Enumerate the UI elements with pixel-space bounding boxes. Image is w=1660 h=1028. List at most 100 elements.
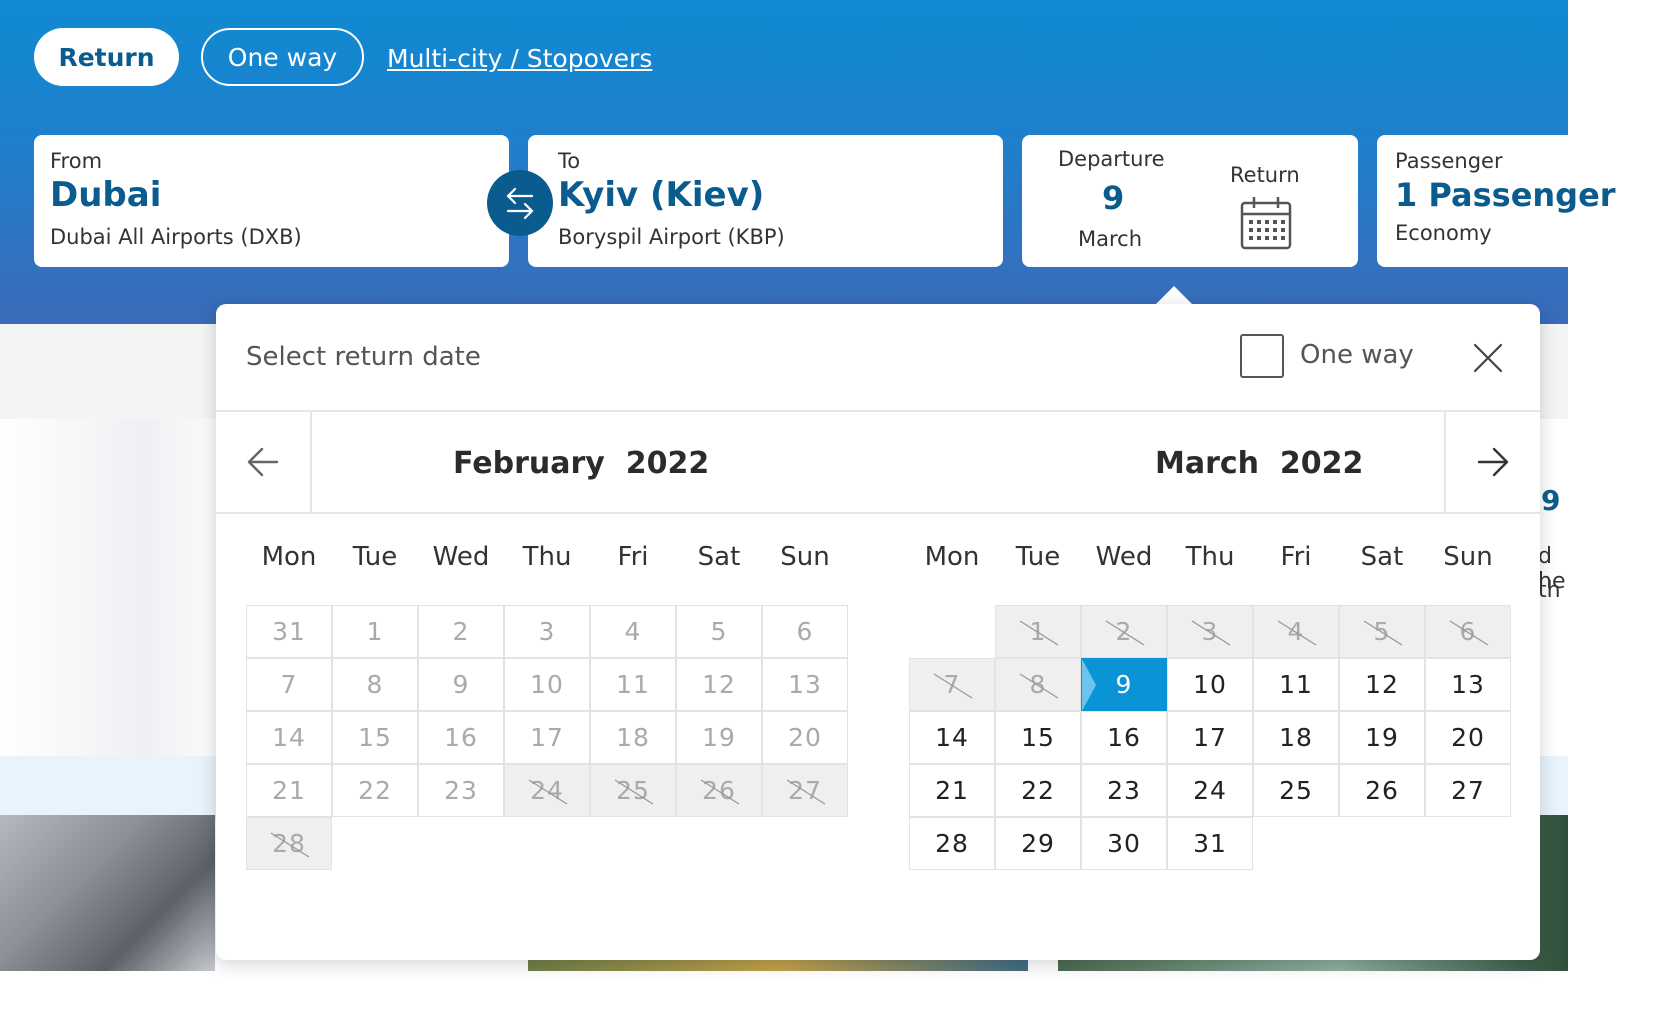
day-cell: 16 <box>418 711 504 764</box>
day-number: 1 <box>366 617 384 646</box>
day-number: 7 <box>280 670 298 699</box>
day-cell: 19 <box>676 711 762 764</box>
day-cell: 23 <box>418 764 504 817</box>
day-cell[interactable]: 17 <box>1167 711 1253 764</box>
day-cell[interactable]: 21 <box>909 764 995 817</box>
unavailable-strike-icon <box>1019 673 1059 699</box>
weekday-header: Sat <box>1360 542 1404 572</box>
arrow-left-icon <box>247 447 279 477</box>
day-number: 18 <box>616 723 650 752</box>
day-cell: 2 <box>418 605 504 658</box>
passenger-field[interactable]: Passenger 1 Passenger Economy <box>1377 135 1637 267</box>
day-cell[interactable]: 20 <box>1425 711 1511 764</box>
day-number: 18 <box>1279 723 1313 752</box>
day-cell: 4 <box>590 605 676 658</box>
day-cell[interactable]: 10 <box>1167 658 1253 711</box>
day-cell[interactable]: 29 <box>995 817 1081 870</box>
day-number: 9 <box>452 670 470 699</box>
from-city: Dubai <box>50 175 162 215</box>
return-label: Return <box>1230 163 1300 187</box>
day-number: 28 <box>935 829 969 858</box>
day-number: 22 <box>358 776 392 805</box>
day-number: 8 <box>366 670 384 699</box>
day-number: 11 <box>616 670 650 699</box>
day-number: 5 <box>710 617 728 646</box>
day-number: 6 <box>796 617 814 646</box>
to-city: Kyiv (Kiev) <box>558 175 765 215</box>
day-cell[interactable]: 22 <box>995 764 1081 817</box>
swap-airports-button[interactable] <box>487 170 553 236</box>
swap-arrows-icon <box>506 187 534 220</box>
day-number: 9 <box>1115 670 1133 699</box>
multi-city-link[interactable]: Multi-city / Stopovers <box>387 44 652 73</box>
background-content-peek <box>1540 480 1568 740</box>
day-cell: 31 <box>246 605 332 658</box>
day-cell[interactable]: 11 <box>1253 658 1339 711</box>
day-cell: 25 <box>590 764 676 817</box>
day-cell[interactable]: 26 <box>1339 764 1425 817</box>
unavailable-strike-icon <box>1191 620 1231 646</box>
unavailable-strike-icon <box>700 779 740 805</box>
day-cell: 22 <box>332 764 418 817</box>
day-number: 10 <box>1193 670 1227 699</box>
day-number: 21 <box>272 776 306 805</box>
day-cell[interactable]: 18 <box>1253 711 1339 764</box>
previous-month-button[interactable] <box>216 412 312 512</box>
day-cell[interactable]: 31 <box>1167 817 1253 870</box>
day-cell[interactable]: 15 <box>995 711 1081 764</box>
promo-image-businessman <box>0 815 215 971</box>
day-cell[interactable]: 23 <box>1081 764 1167 817</box>
weekday-header: Mon <box>924 542 980 572</box>
one-way-checkbox-label[interactable]: One way <box>1300 340 1414 370</box>
day-number: 31 <box>1193 829 1227 858</box>
day-number: 27 <box>1451 776 1485 805</box>
passenger-label: Passenger <box>1395 149 1503 173</box>
day-cell: 3 <box>1167 605 1253 658</box>
weekday-header: Fri <box>617 542 649 572</box>
day-cell[interactable]: 19 <box>1339 711 1425 764</box>
month-title-march: March 2022 <box>1155 446 1364 481</box>
day-cell[interactable]: 24 <box>1167 764 1253 817</box>
from-field[interactable]: From Dubai Dubai All Airports (DXB) <box>34 135 509 267</box>
day-cell: 7 <box>909 658 995 711</box>
day-cell[interactable]: 13 <box>1425 658 1511 711</box>
day-number: 19 <box>702 723 736 752</box>
day-number: 24 <box>1193 776 1227 805</box>
day-cell[interactable]: 14 <box>909 711 995 764</box>
day-cell: 14 <box>246 711 332 764</box>
day-cell: 5 <box>676 605 762 658</box>
day-cell[interactable]: 27 <box>1425 764 1511 817</box>
day-number: 29 <box>1021 829 1055 858</box>
day-number: 10 <box>530 670 564 699</box>
close-icon[interactable] <box>1472 342 1504 374</box>
day-cell: 10 <box>504 658 590 711</box>
unavailable-strike-icon <box>1019 620 1059 646</box>
to-label: To <box>558 149 581 173</box>
trip-type-return-button[interactable]: Return <box>34 28 179 86</box>
arrow-right-icon <box>1477 447 1509 477</box>
day-cell[interactable]: 16 <box>1081 711 1167 764</box>
next-month-button[interactable] <box>1444 412 1540 512</box>
day-cell[interactable]: 12 <box>1339 658 1425 711</box>
day-number: 15 <box>1021 723 1055 752</box>
unavailable-strike-icon <box>528 779 568 805</box>
day-cell: 13 <box>762 658 848 711</box>
one-way-checkbox[interactable] <box>1240 334 1284 378</box>
day-cell[interactable]: 30 <box>1081 817 1167 870</box>
day-cell: 20 <box>762 711 848 764</box>
dates-field[interactable]: Departure 9 March Return <box>1022 135 1358 267</box>
day-cell: 1 <box>332 605 418 658</box>
departure-day: 9 <box>1102 179 1125 217</box>
day-cell[interactable]: 25 <box>1253 764 1339 817</box>
day-cell[interactable]: 28 <box>909 817 995 870</box>
day-cell: 5 <box>1339 605 1425 658</box>
trip-type-one-way-button[interactable]: One way <box>201 28 364 86</box>
day-cell: 9 <box>418 658 504 711</box>
day-cell[interactable]: 9 <box>1081 658 1167 711</box>
departure-label: Departure <box>1058 147 1165 171</box>
to-field[interactable]: To Kyiv (Kiev) Boryspil Airport (KBP) <box>528 135 1003 267</box>
day-number: 14 <box>935 723 969 752</box>
background-peek-number: 9 <box>1541 484 1561 517</box>
day-number: 13 <box>788 670 822 699</box>
day-cell: 26 <box>676 764 762 817</box>
